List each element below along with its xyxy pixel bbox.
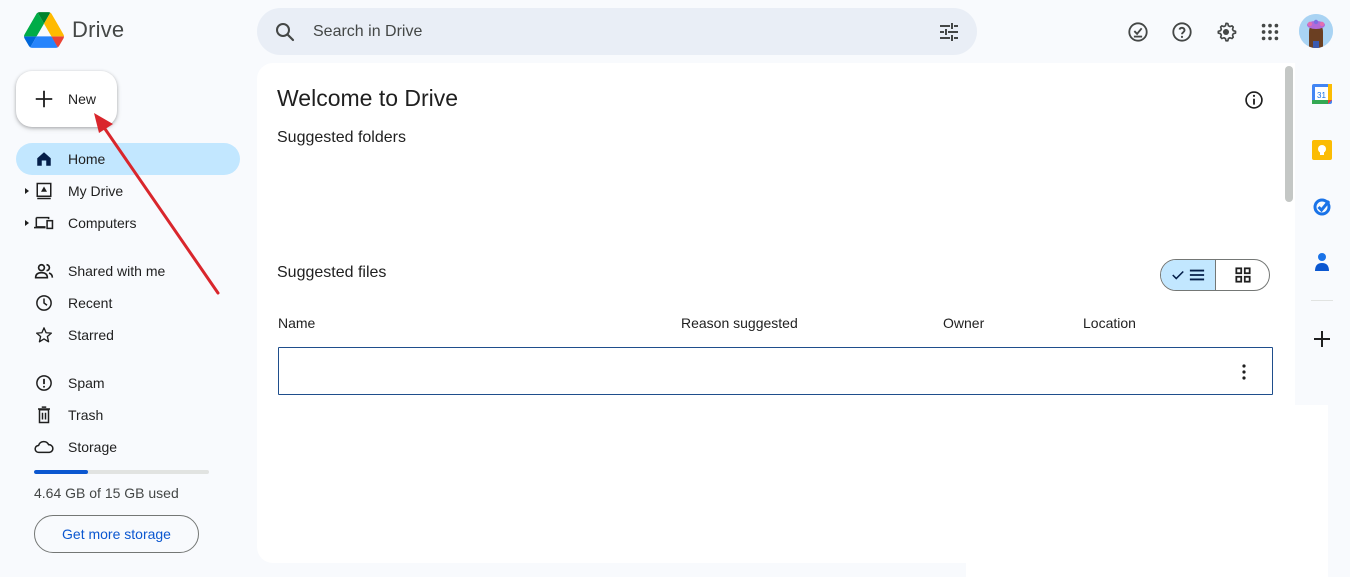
sidebar-item-label: Starred [68,327,114,343]
get-more-storage-button[interactable]: Get more storage [34,515,199,553]
grid-icon [1234,267,1251,283]
column-header-location: Location [1083,315,1136,331]
sidebar-item-label: My Drive [68,183,124,199]
apps-grid-icon [1261,23,1279,41]
settings-icon [1217,22,1237,42]
ready-for-offline-icon [1128,22,1148,42]
sidebar-item-computers[interactable]: Computers [16,207,240,239]
keep-icon [1312,140,1332,160]
list-view-button[interactable] [1161,260,1216,290]
more-actions-button[interactable] [1232,360,1256,384]
column-header-reason: Reason suggested [681,315,798,331]
cloud-icon [34,437,54,457]
expand-caret-icon[interactable] [25,220,29,226]
calendar-app-button[interactable]: 31 [1300,66,1344,122]
sidebar-item-label: Storage [68,439,118,455]
sidebar-nav-secondary: Shared with me Recent Starred [16,255,240,351]
loading-overlay-panel [966,405,1328,577]
sidebar-item-spam[interactable]: Spam [16,367,240,399]
computers-icon [34,213,54,233]
column-header-name[interactable]: Name [278,315,315,331]
sidebar-nav-primary: Home My Drive Computers [16,143,240,239]
sidebar-item-label: Recent [68,295,113,311]
search-options-icon[interactable] [937,20,961,44]
plus-icon [1314,331,1330,347]
sidebar-item-trash[interactable]: Trash [16,399,240,431]
side-panel-apps: 31 [1300,66,1344,367]
header-actions [1120,14,1296,50]
sidebar-item-label: Spam [68,375,105,391]
view-toggle [1160,259,1270,291]
search-input[interactable] [313,22,937,41]
sidebar-item-label: Computers [68,215,137,231]
sidebar-item-label: Home [68,151,106,167]
check-icon [1172,270,1184,280]
details-button[interactable] [1242,88,1266,112]
my-drive-icon [34,181,54,201]
grid-view-button[interactable] [1216,260,1269,290]
more-vert-icon [1242,364,1246,380]
sidebar-item-label: Shared with me [68,263,166,279]
new-button[interactable]: New [16,71,117,127]
apps-button[interactable] [1252,14,1288,50]
page-title: Welcome to Drive [277,85,459,111]
drive-logo-icon [24,12,64,48]
help-button[interactable] [1164,14,1200,50]
contacts-app-button[interactable] [1300,234,1344,290]
tasks-icon [1313,198,1331,216]
table-row[interactable] [278,347,1273,395]
sidebar-item-starred[interactable]: Starred [16,319,240,351]
suggested-files-heading: Suggested files [277,264,387,281]
avatar-image [1299,14,1333,48]
search-bar [257,8,977,55]
star-icon [34,325,54,345]
side-panel-divider [1311,300,1333,301]
account-avatar[interactable] [1299,14,1333,48]
calendar-icon: 31 [1312,84,1332,104]
plus-icon [35,90,53,108]
sidebar-item-recent[interactable]: Recent [16,287,240,319]
sidebar-item-my-drive[interactable]: My Drive [16,175,240,207]
expand-caret-icon[interactable] [25,188,29,194]
keep-app-button[interactable] [1300,122,1344,178]
app-name: Drive [72,17,125,42]
settings-button[interactable] [1208,14,1244,50]
storage-usage-fill [34,470,89,474]
info-icon [1245,91,1263,109]
get-add-ons-button[interactable] [1300,311,1344,367]
trash-icon [34,405,54,425]
help-icon [1172,22,1192,42]
drive-logo[interactable]: Drive [24,12,124,48]
home-icon [34,149,54,169]
sidebar-item-label: Trash [68,407,104,423]
shared-icon [34,261,54,281]
sidebar-item-home[interactable]: Home [16,143,240,175]
suggested-folders-heading: Suggested folders [277,129,406,146]
storage-usage-bar [34,470,209,474]
clock-icon [34,293,54,313]
main-scrollbar[interactable] [1285,66,1293,202]
calendar-date: 31 [1317,91,1326,100]
storage-usage-text: 4.64 GB of 15 GB used [34,485,179,501]
ready-for-offline-button[interactable] [1120,14,1156,50]
sidebar-item-shared-with-me[interactable]: Shared with me [16,255,240,287]
list-icon [1189,269,1205,281]
sidebar-nav-tertiary: Spam Trash Storage [16,367,240,463]
column-header-owner: Owner [943,315,985,331]
contacts-icon [1315,253,1329,271]
new-button-label: New [68,91,97,107]
spam-icon [34,373,54,393]
sidebar-item-storage[interactable]: Storage [16,431,240,463]
search-icon[interactable] [273,20,297,44]
tasks-app-button[interactable] [1300,178,1344,234]
